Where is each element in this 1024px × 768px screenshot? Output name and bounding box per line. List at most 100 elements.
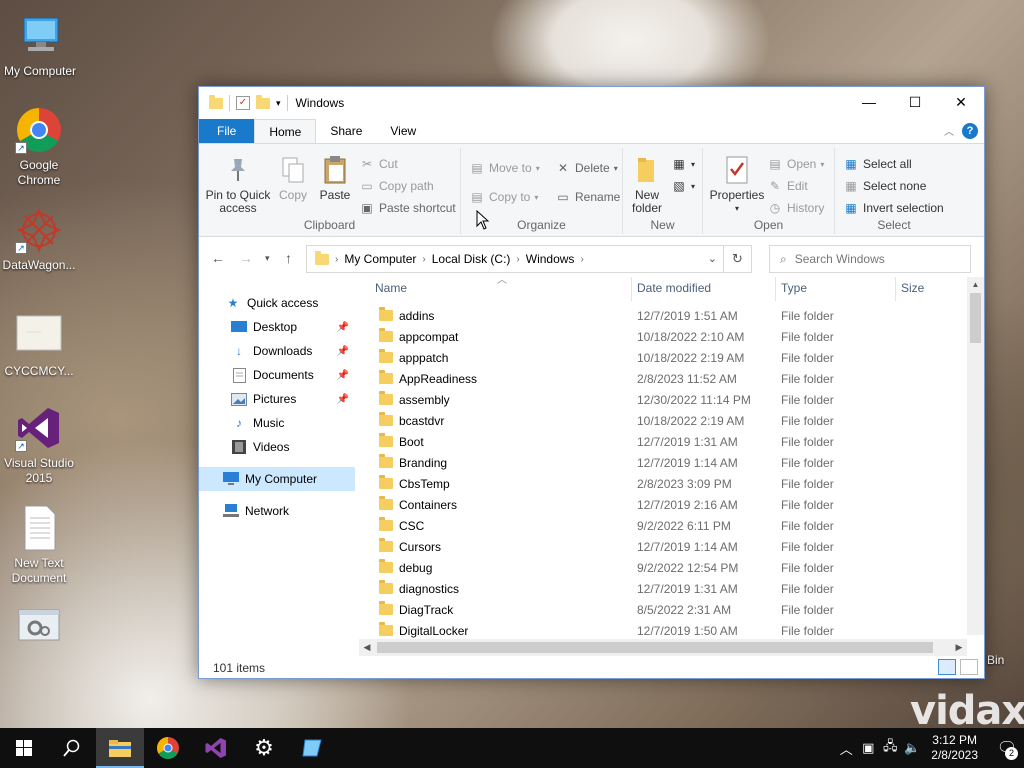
new-item-button[interactable]: ▦ ▾ [671, 156, 695, 172]
file-row[interactable]: AppReadiness 2/8/2023 11:52 AM File folder [359, 368, 967, 389]
file-row[interactable]: Branding 12/7/2019 1:14 AM File folder [359, 452, 967, 473]
chevron-right-icon[interactable]: › [422, 254, 425, 265]
easy-access-button[interactable]: ▧ ▾ [671, 178, 695, 194]
file-row[interactable]: diagnostics 12/7/2019 1:31 AM File folder [359, 578, 967, 599]
file-row[interactable]: Boot 12/7/2019 1:31 AM File folder [359, 431, 967, 452]
scroll-right-arrow-icon[interactable]: ▶ [951, 639, 967, 656]
copy-path-button[interactable]: ▭ Copy path [359, 178, 433, 194]
file-row[interactable]: CbsTemp 2/8/2023 3:09 PM File folder [359, 473, 967, 494]
breadcrumb-local-disk[interactable]: Local Disk (C:) [432, 252, 511, 266]
chevron-right-icon[interactable]: › [580, 254, 583, 265]
scrollbar-thumb[interactable] [970, 293, 981, 343]
nav-videos[interactable]: Videos [199, 435, 355, 459]
paste-button[interactable]: Paste [315, 154, 355, 202]
vertical-scrollbar[interactable]: ▲ [967, 277, 984, 635]
cut-button[interactable]: ✂ Cut [359, 156, 398, 172]
desktop-icon-chrome[interactable]: ↗ Google Chrome [0, 106, 79, 188]
search-input[interactable]: ⌕ Search Windows [769, 245, 971, 273]
start-button[interactable] [0, 728, 48, 768]
recycle-bin-label[interactable]: Bin [987, 653, 1004, 667]
notifications-button[interactable]: 🗨 2 [990, 728, 1024, 768]
taskbar-settings[interactable]: ⚙ [240, 728, 288, 768]
select-all-button[interactable]: ▦ Select all [843, 156, 911, 172]
delete-button[interactable]: ✕ Delete ▾ [555, 160, 618, 176]
nav-downloads[interactable]: ↓ Downloads 📌 [199, 339, 355, 363]
new-folder-button[interactable]: New folder [627, 154, 667, 215]
help-icon[interactable]: ? [962, 123, 978, 139]
maximize-button[interactable]: ☐ [892, 87, 938, 117]
open-button[interactable]: ▤ Open ▾ [767, 156, 824, 172]
search-button[interactable] [48, 728, 96, 768]
desktop-icon-settings-shortcut[interactable] [0, 606, 79, 658]
nav-network[interactable]: Network [199, 499, 355, 523]
file-row[interactable]: Cursors 12/7/2019 1:14 AM File folder [359, 536, 967, 557]
file-row[interactable]: assembly 12/30/2022 11:14 PM File folder [359, 389, 967, 410]
collapse-ribbon-icon[interactable]: ︿ [944, 123, 954, 138]
back-arrow-icon[interactable]: ← [211, 250, 225, 266]
scrollbar-thumb[interactable] [377, 642, 933, 653]
tab-home[interactable]: Home [254, 119, 317, 143]
file-row[interactable]: debug 9/2/2022 12:54 PM File folder [359, 557, 967, 578]
action-center-app-icon[interactable]: ▣ [857, 740, 879, 756]
file-row[interactable]: addins 12/7/2019 1:51 AM File folder [359, 305, 967, 326]
recent-locations-chevron-icon[interactable]: ▾ [265, 253, 270, 264]
taskbar-file-explorer[interactable] [96, 728, 144, 768]
file-row[interactable]: Containers 12/7/2019 2:16 AM File folder [359, 494, 967, 515]
file-row[interactable]: DigitalLocker 12/7/2019 1:50 AM File folde… [359, 620, 967, 641]
tab-share[interactable]: Share [316, 119, 376, 143]
taskbar-visual-studio[interactable] [192, 728, 240, 768]
customize-toolbar-icon[interactable]: ▾ [276, 98, 281, 109]
file-row[interactable]: DiagTrack 8/5/2022 2:31 AM File folder [359, 599, 967, 620]
pin-icon[interactable]: 📌 [337, 370, 349, 381]
tab-view[interactable]: View [376, 119, 430, 143]
chevron-up-icon[interactable]: ︿ [835, 739, 857, 758]
pin-icon[interactable]: 📌 [337, 322, 349, 333]
breadcrumb-windows[interactable]: Windows [526, 252, 575, 266]
clock[interactable]: 3:12 PM 2/8/2023 [931, 733, 978, 763]
large-icons-view-icon[interactable] [960, 659, 978, 675]
taskbar-chrome[interactable] [144, 728, 192, 768]
column-header-date[interactable]: Date modified [621, 277, 765, 301]
file-row[interactable]: CSC 9/2/2022 6:11 PM File folder [359, 515, 967, 536]
pin-quick-access-button[interactable]: Pin to Quick access [205, 154, 271, 215]
taskbar-app[interactable] [288, 728, 336, 768]
forward-arrow-icon[interactable]: → [239, 250, 253, 266]
select-none-button[interactable]: ▦ Select none [843, 178, 926, 194]
file-row[interactable]: appcompat 10/18/2022 2:10 AM File folder [359, 326, 967, 347]
breadcrumb-my-computer[interactable]: My Computer [344, 252, 416, 266]
file-row[interactable]: apppatch 10/18/2022 2:19 AM File folder [359, 347, 967, 368]
desktop-icon-datawagon[interactable]: ↗ DataWagon... [0, 206, 79, 273]
properties-check-icon[interactable]: ✓ [236, 96, 250, 110]
pin-icon[interactable]: 📌 [337, 346, 349, 357]
desktop-icon-new-text-document[interactable]: New Text Document [0, 504, 79, 586]
refresh-icon[interactable]: ↻ [723, 246, 751, 272]
details-view-icon[interactable] [938, 659, 956, 675]
close-button[interactable]: ✕ [938, 87, 984, 117]
nav-pictures[interactable]: Pictures 📌 [199, 387, 355, 411]
invert-selection-button[interactable]: ▦ Invert selection [843, 200, 943, 216]
title-bar[interactable]: ✓ ▾ Windows — ☐ ✕ [199, 87, 984, 119]
chevron-right-icon[interactable]: › [516, 254, 519, 265]
file-row[interactable]: bcastdvr 10/18/2022 2:19 AM File folder [359, 410, 967, 431]
tab-file[interactable]: File [199, 119, 255, 143]
nav-my-computer[interactable]: My Computer [199, 467, 355, 491]
nav-music[interactable]: ♪ Music [199, 411, 355, 435]
new-folder-icon[interactable] [256, 94, 270, 109]
copy-button[interactable]: Copy [275, 154, 311, 202]
column-header-type[interactable]: Type [765, 277, 885, 301]
pin-icon[interactable]: 📌 [337, 394, 349, 405]
minimize-button[interactable]: — [846, 87, 892, 117]
chevron-down-icon[interactable]: ⌄ [708, 252, 717, 265]
desktop-icon-cyccmcy[interactable]: CYCCMCY... [0, 312, 79, 379]
desktop-icon-my-computer[interactable]: My Computer [0, 12, 80, 79]
nav-desktop[interactable]: Desktop 📌 [199, 315, 355, 339]
up-arrow-icon[interactable]: ↑ [285, 250, 292, 266]
nav-quick-access[interactable]: ★ Quick access [199, 291, 355, 315]
scroll-up-arrow-icon[interactable]: ▲ [967, 277, 984, 293]
horizontal-scrollbar[interactable]: ◀ ▶ [359, 639, 967, 656]
move-to-button[interactable]: ▤ Move to ▾ [469, 160, 539, 176]
paste-shortcut-button[interactable]: ▣ Paste shortcut [359, 200, 455, 216]
properties-button[interactable]: Properties ▾ [709, 154, 765, 215]
desktop-icon-visual-studio[interactable]: ↗ Visual Studio 2015 [0, 404, 79, 486]
network-icon[interactable]: 🖧 [879, 737, 901, 759]
